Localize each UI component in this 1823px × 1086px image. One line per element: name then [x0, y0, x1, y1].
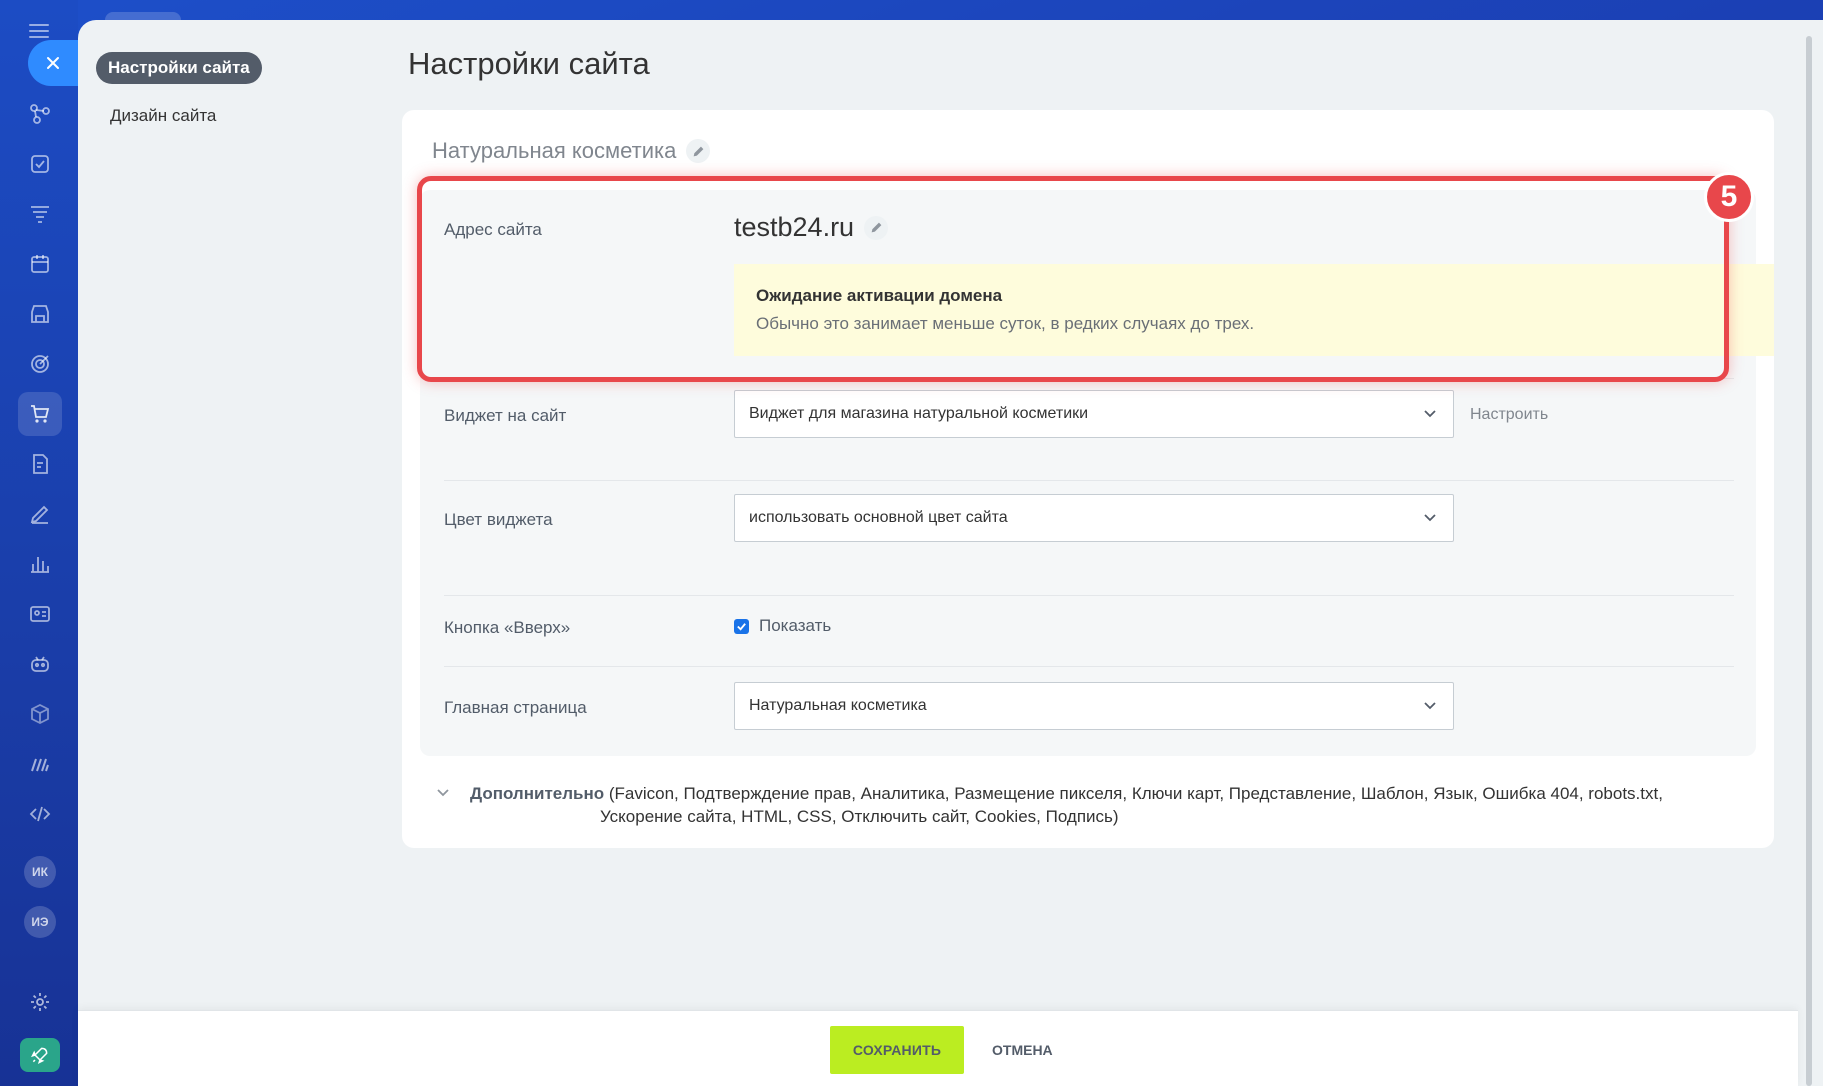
pen-icon — [30, 505, 49, 524]
rail-item-documents[interactable] — [22, 446, 58, 482]
avatar[interactable]: ИК — [24, 856, 56, 888]
rail-item-launch[interactable] — [20, 1038, 60, 1072]
divider — [444, 480, 1734, 481]
code-icon — [29, 806, 51, 822]
show-up-button-label: Показать — [759, 616, 832, 635]
action-bar: СОХРАНИТЬ ОТМЕНА — [78, 1010, 1798, 1086]
nodes-icon — [30, 104, 50, 124]
rail-item-sign[interactable] — [22, 496, 58, 532]
menu-icon[interactable] — [29, 24, 49, 38]
show-up-button-checkbox[interactable] — [734, 618, 749, 634]
rail-item-calendar[interactable] — [22, 246, 58, 282]
settings-left-nav: Настройки сайта Дизайн сайта — [96, 52, 336, 126]
site-name: Натуральная косметика — [432, 138, 711, 164]
additional-settings-list-line2: Ускорение сайта, HTML, CSS, Отключить са… — [600, 807, 1119, 826]
rail-item-crm[interactable] — [22, 196, 58, 232]
additional-settings-label: Дополнительно — [470, 784, 605, 803]
divider — [444, 666, 1734, 667]
chevron-down-icon — [1424, 410, 1436, 418]
close-icon — [47, 57, 59, 69]
page-title: Настройки сайта — [408, 46, 650, 81]
widget-color-select-value: использовать основной цвет сайта — [749, 509, 1008, 526]
rail-item-store[interactable] — [22, 296, 58, 332]
rail-item-goals[interactable] — [22, 346, 58, 382]
cancel-button[interactable]: ОТМЕНА — [982, 1026, 1063, 1074]
rail-item-feed[interactable] — [22, 96, 58, 132]
home-page-select-value: Натуральная косметика — [749, 697, 927, 714]
up-button-label: Кнопка «Вверх» — [444, 618, 571, 637]
calendar-icon — [31, 255, 49, 273]
checkmark-icon — [737, 622, 746, 631]
store-icon — [31, 305, 49, 323]
stripes-icon — [31, 758, 49, 772]
site-name-text: Натуральная косметика — [432, 138, 677, 163]
divider — [444, 595, 1734, 596]
widget-color-select[interactable]: использовать основной цвет сайта — [734, 494, 1454, 542]
rail-item-developer[interactable] — [22, 796, 58, 832]
step-badge: 5 — [1704, 172, 1754, 222]
rail-item-settings[interactable] — [22, 984, 58, 1020]
rocket-icon — [31, 1047, 48, 1064]
home-page-row: Главная страница Натуральная косметика — [444, 682, 1734, 742]
bar-chart-icon — [31, 557, 49, 573]
close-slider-button[interactable] — [28, 40, 78, 86]
widget-select-value: Виджет для магазина натуральной косметик… — [749, 405, 1089, 422]
widget-row: Виджет на сайт Виджет для магазина натур… — [444, 390, 1734, 462]
rail-item-analytics[interactable] — [22, 546, 58, 582]
id-card-icon — [30, 606, 50, 622]
save-button[interactable]: СОХРАНИТЬ — [830, 1026, 964, 1074]
avatar[interactable]: ИЭ — [24, 906, 56, 938]
funnel-icon — [31, 206, 49, 223]
home-page-select[interactable]: Натуральная косметика — [734, 682, 1454, 730]
rail-item-tasks[interactable] — [22, 146, 58, 182]
up-button-toggle[interactable]: Показать — [734, 616, 831, 636]
scrollbar-thumb[interactable] — [1806, 36, 1812, 1086]
widget-color-row: Цвет виджета использовать основной цвет … — [444, 494, 1734, 566]
chevron-down-icon — [1424, 702, 1436, 710]
robot-icon — [31, 656, 49, 672]
additional-settings-list-line1: (Favicon, Подтверждение прав, Аналитика,… — [608, 784, 1663, 803]
rail-item-market[interactable] — [22, 746, 58, 782]
nav-item-site-settings[interactable]: Настройки сайта — [96, 52, 262, 84]
box-icon — [31, 703, 49, 725]
checkbox-icon — [31, 155, 49, 173]
widget-select[interactable]: Виджет для магазина натуральной косметик… — [734, 390, 1454, 438]
rail-item-copilot[interactable] — [22, 646, 58, 682]
home-page-label: Главная страница — [444, 698, 587, 717]
pencil-icon — [693, 146, 704, 156]
chevron-down-icon — [437, 789, 449, 797]
nav-item-site-design[interactable]: Дизайн сайта — [110, 106, 336, 126]
rail-item-shop[interactable] — [18, 392, 62, 436]
up-button-row: Кнопка «Вверх» Показать — [444, 610, 1734, 660]
edit-site-name-button[interactable] — [686, 139, 711, 163]
target-icon — [31, 355, 49, 373]
additional-settings-toggle[interactable]: Дополнительно (Favicon, Подтверждение пр… — [436, 782, 1756, 828]
rail-item-contact-center[interactable] — [22, 596, 58, 632]
document-edit-icon — [33, 454, 48, 474]
gear-icon — [31, 993, 49, 1011]
widget-label: Виджет на сайт — [444, 406, 567, 425]
cart-icon — [31, 405, 50, 423]
rail-item-inventory[interactable] — [22, 696, 58, 732]
widget-configure-link[interactable]: Настроить — [1470, 406, 1548, 424]
app-sidebar-rail: ИК ИЭ — [0, 0, 78, 1086]
chevron-down-icon — [1424, 514, 1436, 522]
widget-color-label: Цвет виджета — [444, 510, 553, 529]
highlight-frame — [417, 176, 1729, 382]
